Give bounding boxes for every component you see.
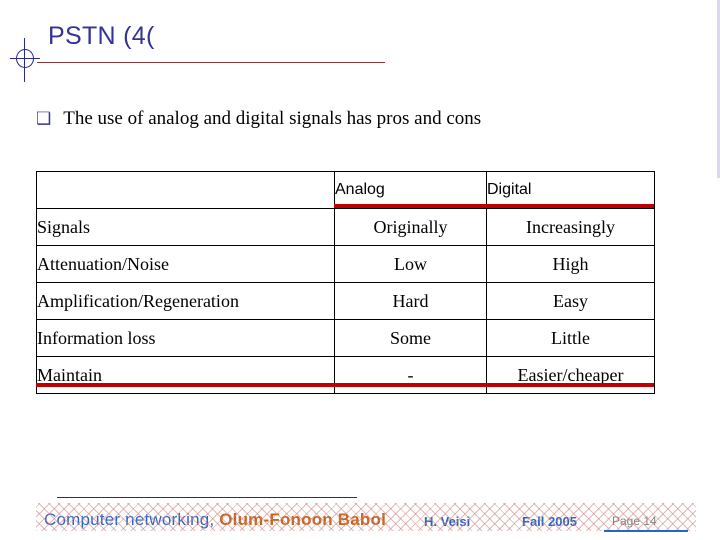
row-label: Amplification/Regeneration [36, 282, 335, 320]
row-digital-value: High [486, 245, 655, 283]
row-analog-value: Some [334, 319, 487, 357]
table-header-blank [36, 171, 335, 209]
table-header-digital: Digital [486, 171, 655, 209]
footer-page-number: Page 14 [612, 514, 657, 528]
row-digital-value: Easy [486, 282, 655, 320]
title-underline-rule [37, 62, 385, 63]
table-row: Amplification/Regeneration Hard Easy [36, 282, 655, 320]
footer-organization: Olum-Fonoon Babol [219, 510, 387, 529]
table-header-analog: Analog [334, 171, 487, 209]
bullet-row: ❑ The use of analog and digital signals … [36, 108, 481, 130]
comparison-table-wrapper: Analog Digital Signals Originally Increa… [36, 171, 655, 394]
decoration-circle [16, 49, 34, 68]
page-title: PSTN (4( [48, 22, 155, 50]
footer-author: H. Veisi [424, 514, 471, 529]
row-analog-value: - [334, 356, 487, 394]
bullet-marker-icon: ❑ [36, 109, 52, 128]
row-analog-value: Originally [334, 208, 487, 246]
table-bottom-accent-bar [36, 383, 654, 387]
slide: PSTN (4( ❑ The use of analog and digital… [0, 0, 720, 540]
row-label: Information loss [36, 319, 335, 357]
footer-course-text: Computer networking, [44, 510, 215, 529]
table-header-row: Analog Digital [36, 171, 655, 209]
footer-rule [57, 497, 357, 498]
footer-page-underline [604, 530, 688, 532]
table-row: Maintain - Easier/cheaper [36, 356, 655, 394]
table-row: Information loss Some Little [36, 319, 655, 357]
circle-cross-decoration-icon [10, 38, 40, 82]
table-row: Attenuation/Noise Low High [36, 245, 655, 283]
header-accent-bar [334, 204, 654, 208]
row-digital-value: Increasingly [486, 208, 655, 246]
bullet-text: The use of analog and digital signals ha… [63, 108, 482, 129]
row-analog-value: Low [334, 245, 487, 283]
row-label: Attenuation/Noise [36, 245, 335, 283]
footer-term: Fall 2005 [522, 514, 577, 529]
table-row: Signals Originally Increasingly [36, 208, 655, 246]
footer-course: Computer networking, Olum-Fonoon Babol [44, 510, 386, 530]
row-digital-value: Little [486, 319, 655, 357]
row-label: Maintain [36, 356, 335, 394]
row-label: Signals [36, 208, 335, 246]
row-digital-value: Easier/cheaper [486, 356, 655, 394]
row-analog-value: Hard [334, 282, 487, 320]
